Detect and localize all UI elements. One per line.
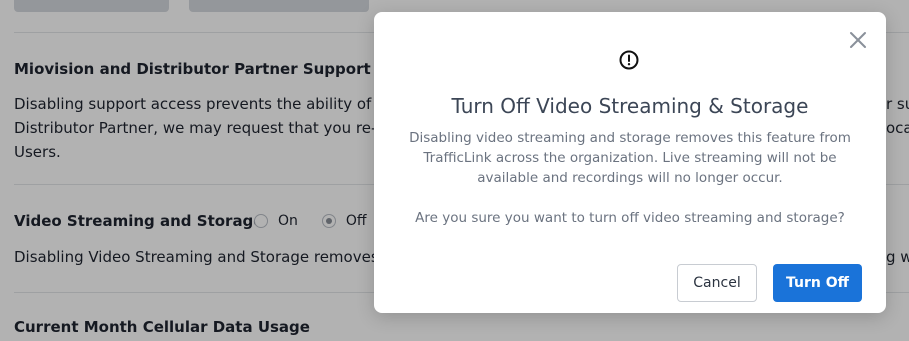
dialog-body-line-2: TrafficLink across the organization. Liv… [423,150,837,166]
confirm-dialog: Turn Off Video Streaming & Storage Disab… [374,12,886,313]
close-icon[interactable] [848,30,868,50]
dialog-body-line-3: available and recordings will no longer … [477,170,783,186]
cancel-button[interactable]: Cancel [677,264,757,302]
dialog-title: Turn Off Video Streaming & Storage [451,94,809,118]
dialog-question: Are you sure you want to turn off video … [415,210,845,226]
dialog-body: Disabling video streaming and storage re… [404,128,856,228]
turn-off-button[interactable]: Turn Off [773,264,862,302]
exclamation-circle-icon [619,50,639,70]
dialog-body-line-1: Disabling video streaming and storage re… [409,130,851,146]
